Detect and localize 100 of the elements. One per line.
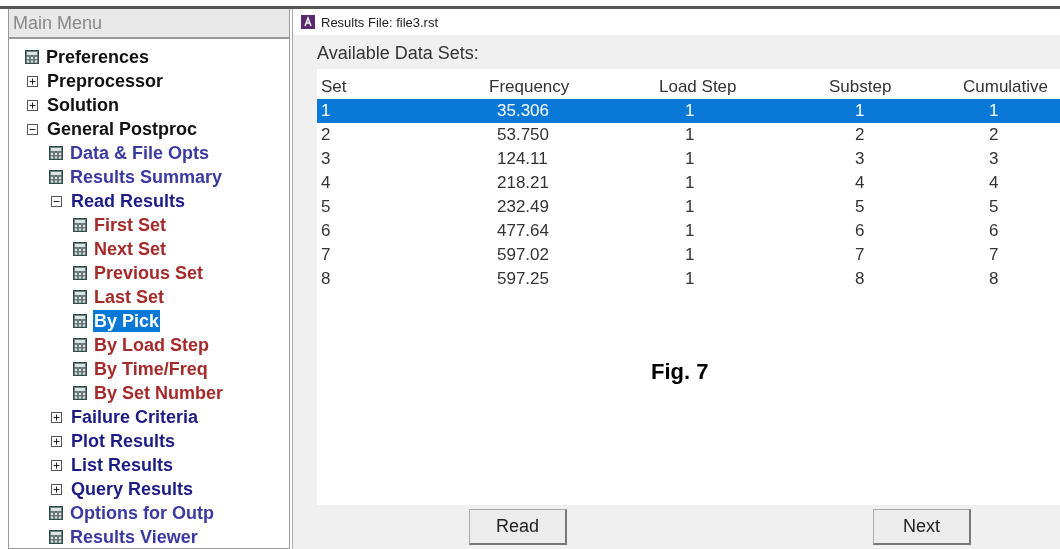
calculator-icon [49,506,63,520]
collapse-icon[interactable] [51,195,62,207]
table-cell-text: 1 [684,197,696,217]
menu-item[interactable]: Preferences [45,46,151,68]
table-row[interactable]: 8 597.25 1 8 8 [317,267,1060,291]
calculator-icon [73,242,87,256]
menu-item[interactable]: Options for Outp [69,502,215,524]
table-cell-text: 218.21 [496,173,550,193]
menu-item[interactable]: By Load Step [93,334,210,356]
expand-icon[interactable] [51,411,62,423]
table-cell-text: 1 [684,149,696,169]
table-cell-text: 3 [320,149,332,169]
table-cell-text: 3 [854,149,866,169]
calculator-icon [73,386,87,400]
read-button[interactable]: Read [469,509,567,545]
table-cell-text: 6 [988,221,1000,241]
menu-item[interactable]: Results Viewer [69,526,199,548]
table-row[interactable]: 5 232.49 1 5 5 [317,195,1060,219]
menu-item[interactable]: General Postproc [46,118,199,140]
expand-icon[interactable] [51,483,62,495]
table-cell-text: 6 [320,221,332,241]
table-cell-text: 6 [854,221,866,241]
table-cell-text: 35.306 [496,101,550,121]
expand-icon[interactable] [27,75,38,87]
table-row[interactable]: 6 477.64 1 6 6 [317,219,1060,243]
table-cell-text: 4 [854,173,866,193]
table-cell-text: 8 [988,269,1000,289]
table-cell-text: 8 [320,269,332,289]
calculator-icon [73,314,87,328]
table-cell-text: 1 [988,101,1000,121]
table-cell-text: 7 [988,245,1000,265]
table-row[interactable]: 4 218.21 1 4 4 [317,171,1060,195]
table-cell-text: 1 [320,101,332,121]
next-button[interactable]: Next [873,509,971,545]
table-cell-text: 4 [988,173,1000,193]
app-logo-icon [301,15,315,29]
menu-item[interactable]: First Set [93,214,168,236]
menu-item[interactable]: Last Set [93,286,166,308]
menu-item[interactable]: By Pick [93,310,161,332]
table-cell-text: 3 [988,149,1000,169]
column-header: Load Step [658,77,738,97]
table-cell-text: 5 [854,197,866,217]
table-cell-text: 1 [684,101,696,121]
collapse-icon[interactable] [27,123,38,135]
table-cell-text: 8 [854,269,866,289]
menu-item[interactable]: Preprocessor [46,70,165,92]
expand-icon[interactable] [51,435,62,447]
menu-item[interactable]: Read Results [70,190,187,212]
table-cell-text: 4 [320,173,332,193]
table-cell-text: 597.25 [496,269,550,289]
table-cell-text: 2 [320,125,332,145]
table-row[interactable]: 7 597.02 1 7 7 [317,243,1060,267]
menu-item[interactable]: By Set Number [93,382,225,404]
section-label: Available Data Sets: [317,43,480,65]
calculator-icon [49,530,63,544]
menu-item[interactable]: Failure Criteria [70,406,200,428]
table-cell-text: 1 [854,101,866,121]
table-cell-text: 5 [320,197,332,217]
table-cell-text: 2 [988,125,1000,145]
menu-item[interactable]: Data & File Opts [69,142,211,164]
table-cell-text: 1 [684,125,696,145]
expand-icon[interactable] [27,99,38,111]
table-cell-text: 5 [988,197,1000,217]
calculator-icon [49,146,63,160]
column-header: Set [320,77,348,97]
calculator-icon [25,50,39,64]
column-header: Cumulative [962,77,1050,97]
calculator-icon [73,338,87,352]
table-cell-text: 477.64 [496,221,550,241]
calculator-icon [49,170,63,184]
table-cell-text: 124.11 [496,149,549,169]
menu-item[interactable]: Solution [46,94,120,116]
menu-item[interactable]: Next Set [93,238,168,260]
menu-item[interactable]: Previous Set [93,262,205,284]
figure-caption: Fig. 7 [651,359,709,385]
table-cell-text: 2 [854,125,866,145]
table-cell-text: 7 [320,245,332,265]
window-title: Results File: file3.rst [321,14,439,30]
column-header: Substep [828,77,893,97]
column-header: Frequency [488,77,571,97]
table-row[interactable]: 1 35.306 1 1 1 [317,99,1060,123]
calculator-icon [73,218,87,232]
table-cell-text: 1 [684,269,696,289]
menu-item[interactable]: Plot Results [70,430,177,452]
table-cell-text: 1 [684,245,696,265]
table-cell-text: 597.02 [496,245,550,265]
table-row[interactable]: 2 53.750 1 2 2 [317,123,1060,147]
table-cell-text: 53.750 [496,125,550,145]
panel-title: Main Menu [9,9,289,39]
menu-item[interactable]: List Results [70,454,175,476]
menu-item[interactable]: Results Summary [69,166,224,188]
calculator-icon [73,290,87,304]
menu-item[interactable]: Query Results [70,478,195,500]
table-row[interactable]: 3 124.11 1 3 3 [317,147,1060,171]
menu-item[interactable]: By Time/Freq [93,358,209,380]
table-cell-text: 1 [684,173,696,193]
table-cell-text: 1 [684,221,696,241]
expand-icon[interactable] [51,459,62,471]
calculator-icon [73,362,87,376]
table-cell-text: 232.49 [496,197,550,217]
